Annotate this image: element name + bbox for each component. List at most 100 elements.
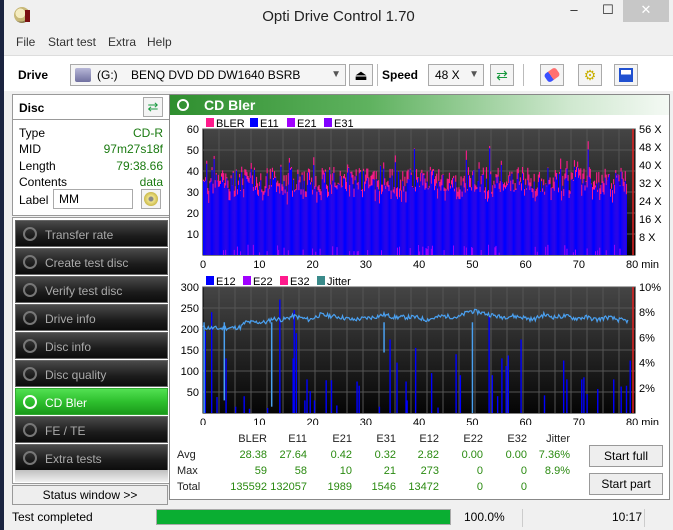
nav-cd-bler[interactable]: CD Bler <box>15 388 168 415</box>
e12-jitter-chart: E12 E22 E32 Jitter 50 100 150 200 250 300 0 10 20 30… <box>181 276 661 425</box>
e11-bar <box>268 189 270 255</box>
e11-bar <box>423 175 425 255</box>
maximize-button[interactable]: ☐ <box>594 0 622 22</box>
e11-bar <box>208 202 210 255</box>
e11-bar <box>357 189 359 255</box>
e11-bar <box>392 192 394 255</box>
e11-bar <box>337 183 339 255</box>
e21-bar <box>472 247 474 255</box>
e11-bar <box>471 190 473 255</box>
nav-spacer <box>15 470 168 482</box>
minimize-button[interactable]: – <box>560 0 588 22</box>
e11-bar <box>239 177 241 255</box>
close-button[interactable]: ✕ <box>623 0 669 22</box>
e11-bar <box>463 187 465 255</box>
menu-start-test[interactable]: Start test <box>48 35 96 49</box>
start-full-button[interactable]: Start full <box>589 445 663 467</box>
stats-value: 7.36% <box>538 449 570 461</box>
e11-bar <box>516 179 518 255</box>
e11-bar <box>205 180 207 255</box>
e11-bar <box>233 196 235 255</box>
nav-disc-quality[interactable]: Disc quality <box>15 360 168 387</box>
nav-verify-test-disc[interactable]: Verify test disc <box>15 276 168 303</box>
nav-extra-tests[interactable]: Extra tests <box>15 444 168 471</box>
e12-bar <box>414 347 417 413</box>
e21-bar <box>353 251 355 255</box>
e11-bar <box>320 200 322 255</box>
settings-button[interactable]: ⚙ <box>578 64 602 86</box>
e11-bar <box>273 177 276 255</box>
disc-icon <box>23 367 37 381</box>
e21-bar <box>480 249 482 255</box>
menu-file[interactable]: File <box>16 35 35 49</box>
e11-bar <box>587 149 589 255</box>
x-tick-label: 50 <box>466 259 478 271</box>
e11-bar <box>340 187 342 255</box>
e12-bar <box>488 316 490 413</box>
e11-bar <box>278 186 280 255</box>
refresh-speed-button[interactable]: ⇄ <box>490 64 514 86</box>
speed-select[interactable]: 48 X ▼ <box>428 64 484 86</box>
e11-bar <box>331 194 333 255</box>
save-button[interactable] <box>614 64 638 86</box>
e21-bar <box>443 250 445 255</box>
e11-bar <box>618 181 620 255</box>
drive-select[interactable]: (G:) BENQ DVD DD DW1640 BSRB ▼ <box>70 64 346 86</box>
e21-bar <box>495 245 497 255</box>
e11-bar <box>568 197 570 255</box>
e11-bar <box>264 192 266 255</box>
disc-label-button[interactable] <box>141 189 161 209</box>
e21-bar <box>357 250 359 255</box>
e21-bar <box>465 247 467 255</box>
nav-disc-info[interactable]: Disc info <box>15 332 168 359</box>
menu-help[interactable]: Help <box>147 35 172 49</box>
e11-bar <box>279 193 281 255</box>
e11-bar <box>449 188 452 255</box>
e11-bar <box>381 194 383 255</box>
e11-bar <box>396 199 399 255</box>
e11-bar <box>430 183 432 255</box>
x-tick-label: 0 <box>200 259 206 271</box>
y2-tick-label: 24 X <box>639 196 662 208</box>
e21-bar <box>236 246 239 255</box>
menu-extra[interactable]: Extra <box>108 35 136 49</box>
e11-bar <box>395 196 397 255</box>
e11-bar <box>490 174 492 255</box>
e11-bar <box>302 198 304 255</box>
e11-bar <box>436 183 438 255</box>
e12-bar <box>629 360 631 413</box>
e11-bar <box>464 192 466 255</box>
e11-bar <box>608 174 610 255</box>
erase-button[interactable] <box>540 64 564 86</box>
disc-label-input[interactable]: MM <box>53 189 133 209</box>
nav-drive-info[interactable]: Drive info <box>15 304 168 331</box>
e11-bar <box>538 177 541 255</box>
e11-bar <box>506 186 508 255</box>
menu-bar: File Start test Extra Help <box>4 32 673 52</box>
e21-bar <box>547 244 549 255</box>
eject-button[interactable]: ⏏ <box>349 64 373 86</box>
start-part-button[interactable]: Start part <box>589 473 663 495</box>
nav-create-test-disc[interactable]: Create test disc <box>15 248 168 275</box>
e11-bar <box>329 169 331 255</box>
disc-refresh-button[interactable]: ⇄ <box>143 97 163 117</box>
e21-bar <box>312 248 314 255</box>
e11-bar <box>499 191 501 255</box>
e11-bar <box>426 181 428 255</box>
y2-tick-label: 56 X <box>639 124 662 136</box>
e11-bar <box>332 180 334 255</box>
e11-bar <box>294 191 296 255</box>
e21-bar <box>259 252 261 255</box>
e11-bar <box>276 191 278 255</box>
e11-bar <box>321 179 323 255</box>
e12-bar <box>336 405 338 413</box>
legend-label: E11 <box>260 118 279 130</box>
disc-type-label: Type <box>19 126 46 140</box>
disc-mid-value: 97m27s18f <box>103 142 163 156</box>
e11-bar <box>524 195 526 255</box>
nav-fe-te[interactable]: FE / TE <box>15 416 168 443</box>
nav-transfer-rate[interactable]: Transfer rate <box>15 220 168 247</box>
e12-bar <box>583 377 585 413</box>
e11-bar <box>473 170 475 255</box>
status-window-button[interactable]: Status window >> <box>12 485 168 505</box>
